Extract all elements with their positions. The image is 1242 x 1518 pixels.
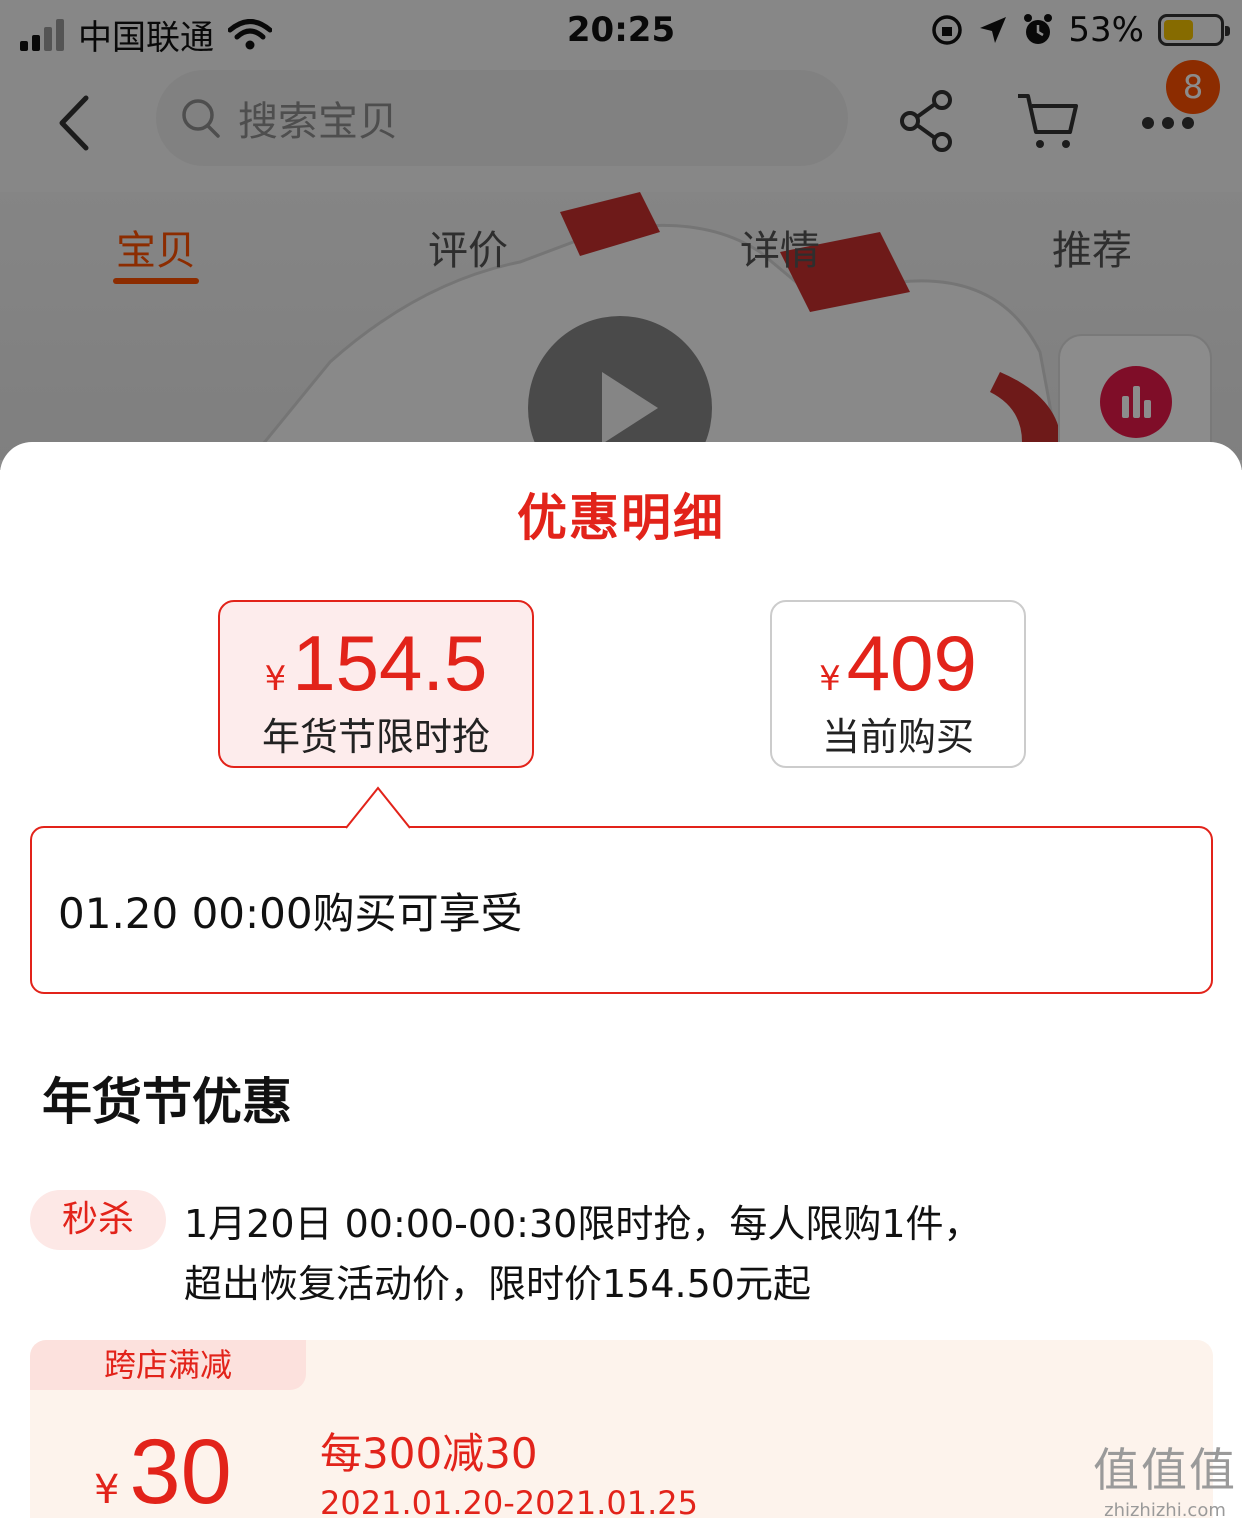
- coupon-rule: 每300减30: [320, 1429, 538, 1478]
- coupon-amount: ¥30: [94, 1420, 232, 1518]
- purchase-time-text: 01.20 00:00购买可享受: [58, 889, 523, 938]
- currency-symbol: ¥: [94, 1467, 120, 1513]
- coupon-value: 30: [129, 1421, 232, 1518]
- flash-sale-price: 154.5: [292, 619, 488, 707]
- watermark-url: zhizhizhi.com: [1104, 1500, 1226, 1518]
- purchase-time-info: 01.20 00:00购买可享受: [30, 826, 1213, 994]
- discount-detail-sheet: 优惠明细 ¥154.5 年货节限时抢 ¥409 当前购买 01.20 00:00…: [0, 442, 1242, 1518]
- price-card-current[interactable]: ¥409 当前购买: [770, 600, 1026, 768]
- sheet-title: 优惠明细: [517, 489, 725, 547]
- cross-store-coupon: 跨店满减 ¥30 每300减30 2021.01.20-2021.01.25: [30, 1340, 1213, 1518]
- currency-symbol: ¥: [819, 659, 841, 699]
- currency-symbol: ¥: [264, 659, 287, 699]
- current-price-label: 当前购买: [821, 715, 974, 759]
- coupon-tag: 跨店满减: [30, 1340, 306, 1390]
- pointer-arrow: [346, 786, 410, 830]
- watermark-logo: 值值值: [1093, 1443, 1237, 1497]
- watermark: 值值值 zhizhizhi.com: [1090, 1434, 1240, 1518]
- section-title: 年货节优惠: [42, 1073, 292, 1131]
- promo-line-2: 超出恢复活动价，限时价154.50元起: [184, 1262, 811, 1306]
- promo-description: 1月20日 00:00-00:30限时抢，每人限购1件， 超出恢复活动价，限时价…: [184, 1194, 1144, 1314]
- flash-sale-tag: 秒杀: [30, 1190, 166, 1250]
- price-card-flash-sale[interactable]: ¥154.5 年货节限时抢: [218, 600, 534, 768]
- current-price: 409: [846, 619, 977, 707]
- coupon-date-range: 2021.01.20-2021.01.25: [320, 1484, 698, 1518]
- flash-sale-label: 年货节限时抢: [261, 715, 490, 759]
- dim-overlay[interactable]: [0, 0, 1242, 470]
- promo-line-1: 1月20日 00:00-00:30限时抢，每人限购1件，: [184, 1202, 982, 1246]
